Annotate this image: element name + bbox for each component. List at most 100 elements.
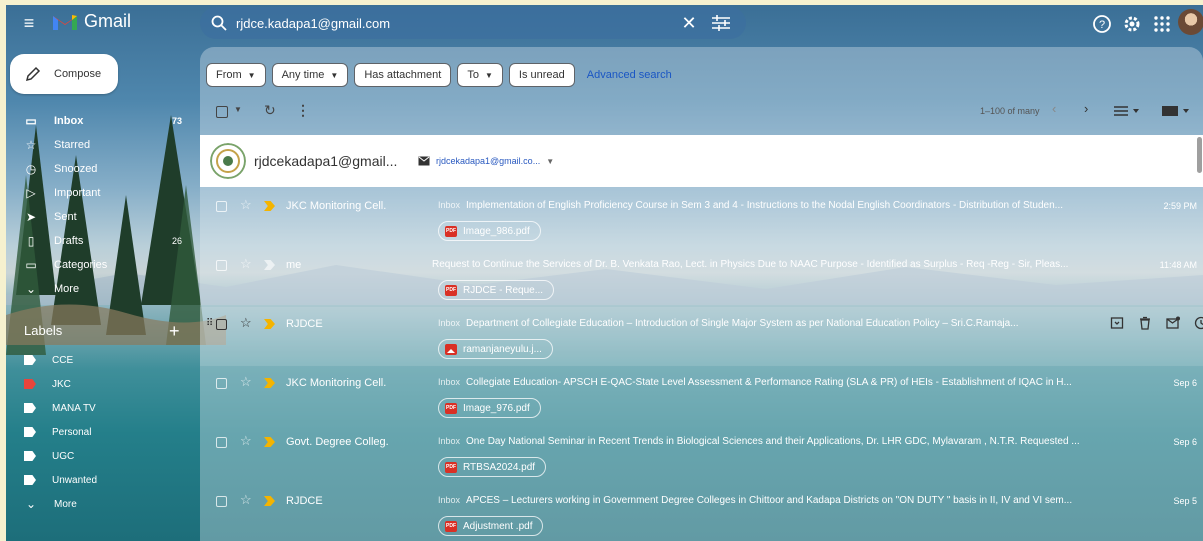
email-row[interactable]: ☆ RJDCE Inbox APCES – Lecturers working in …: [200, 484, 1203, 541]
sidebar-item-more[interactable]: ⌄ More: [6, 277, 192, 301]
split-pane-icon[interactable]: [1160, 103, 1192, 119]
important-marker-icon[interactable]: [264, 378, 275, 388]
important-marker-icon[interactable]: [264, 437, 275, 447]
label-item-cce[interactable]: CCE: [6, 348, 192, 372]
label-item-mana-tv[interactable]: MANA TV: [6, 396, 192, 420]
filter-chip-any-time[interactable]: Any time ▼: [271, 63, 349, 87]
tune-icon[interactable]: [710, 14, 732, 32]
pdf-file-icon: PDF: [445, 461, 457, 473]
attachment-chip[interactable]: PDF Image_986.pdf: [438, 221, 541, 241]
attachment-chip[interactable]: PDF RTBSA2024.pdf: [438, 457, 547, 477]
search-icon[interactable]: [210, 14, 228, 32]
filter-chip-to[interactable]: To ▼: [457, 63, 503, 87]
label-item-ugc[interactable]: UGC: [6, 444, 192, 468]
email-list: ☆ JKC Monitoring Cell. Inbox Implementation…: [200, 189, 1203, 541]
label-name: CCE: [52, 354, 74, 366]
star-icon[interactable]: ☆: [240, 433, 252, 449]
select-all-checkbox[interactable]: [216, 106, 228, 118]
contact-email[interactable]: rjdcekadapa1@gmail.co...: [436, 156, 540, 166]
sidebar-item-snoozed[interactable]: ◷ Snoozed: [6, 157, 192, 181]
attachment-name: RTBSA2024.pdf: [463, 461, 536, 473]
email-sender: Govt. Degree Colleg.: [286, 436, 389, 448]
attachment-chip[interactable]: PDF Image_976.pdf: [438, 398, 541, 418]
label-item-more[interactable]: ⌄ More: [6, 492, 192, 516]
contact-name: rjdcekadapa1@gmail...: [254, 153, 398, 169]
email-row[interactable]: ⠿ ☆ RJDCE Inbox Department of Collegiate Edu…: [200, 307, 1203, 366]
filter-chip-has-attachment[interactable]: Has attachment: [354, 63, 452, 87]
email-sender: JKC Monitoring Cell.: [286, 200, 387, 212]
row-checkbox[interactable]: [216, 437, 227, 448]
contact-card[interactable]: rjdcekadapa1@gmail... rjdcekadapa1@gmail…: [200, 135, 1203, 187]
row-checkbox[interactable]: [216, 319, 227, 330]
sidebar-item-categories[interactable]: ▭ Categories: [6, 253, 192, 277]
email-row[interactable]: ☆ Govt. Degree Colleg. Inbox One Day Nation…: [200, 425, 1203, 484]
star-icon[interactable]: ☆: [240, 197, 252, 213]
row-checkbox[interactable]: [216, 201, 227, 212]
row-checkbox[interactable]: [216, 260, 227, 271]
scrollbar-thumb[interactable]: [1197, 137, 1202, 173]
scrollbar[interactable]: [1197, 135, 1202, 541]
row-checkbox[interactable]: [216, 496, 227, 507]
sidebar-item-label: Snoozed: [54, 163, 98, 175]
chevron-right-icon[interactable]: ›: [1084, 101, 1088, 116]
star-icon[interactable]: ☆: [240, 492, 252, 508]
account-avatar[interactable]: [1178, 9, 1203, 35]
gear-icon[interactable]: [1122, 14, 1142, 34]
search-bar[interactable]: rjdce.kadapa1@gmail.com ✕: [200, 7, 746, 39]
important-marker-icon[interactable]: [264, 201, 275, 211]
sidebar-nav: ▭ Inbox 73 ☆ Starred ◷ Snoozed ▷ Important ➤ Sent ▯…: [6, 109, 192, 301]
pagination-text: 1–100 of many: [980, 106, 1040, 116]
inbox-badge: Inbox: [438, 200, 461, 210]
filter-chip-is-unread[interactable]: Is unread: [508, 63, 575, 87]
compose-button[interactable]: Compose: [10, 54, 118, 94]
sidebar-item-inbox[interactable]: ▭ Inbox 73: [6, 109, 192, 133]
archive-icon[interactable]: [1110, 316, 1124, 330]
email-row[interactable]: ☆ JKC Monitoring Cell. Inbox Implementation…: [200, 189, 1203, 248]
gmail-logo[interactable]: Gmail: [52, 11, 131, 32]
email-date: Sep 6: [1173, 437, 1197, 447]
sidebar-item-starred[interactable]: ☆ Starred: [6, 133, 192, 157]
sidebar-item-important[interactable]: ▷ Important: [6, 181, 192, 205]
email-sender: RJDCE: [286, 495, 323, 507]
row-checkbox[interactable]: [216, 378, 227, 389]
star-icon[interactable]: ☆: [240, 256, 252, 272]
gmail-m-icon: [53, 14, 77, 30]
email-row[interactable]: ☆ me Request to Continue the Services of D…: [200, 248, 1203, 307]
more-vert-icon[interactable]: ⋮: [296, 102, 310, 119]
sidebar-item-sent[interactable]: ➤ Sent: [6, 205, 192, 229]
important-marker-icon[interactable]: [264, 496, 275, 506]
add-label-button[interactable]: +: [169, 321, 180, 342]
mark-unread-icon[interactable]: [1166, 316, 1180, 330]
inbox-badge: Inbox: [438, 436, 461, 446]
label-item-jkc[interactable]: JKC: [6, 372, 192, 396]
star-icon[interactable]: ☆: [240, 374, 252, 390]
star-icon[interactable]: ☆: [240, 315, 252, 331]
chevron-left-icon[interactable]: ‹: [1052, 101, 1056, 116]
help-icon[interactable]: ?: [1092, 14, 1112, 34]
email-date: Sep 6: [1173, 378, 1197, 388]
refresh-icon[interactable]: ↻: [264, 102, 276, 119]
delete-icon[interactable]: [1138, 316, 1152, 330]
advanced-search-link[interactable]: Advanced search: [587, 69, 672, 81]
main-menu-button[interactable]: ≡: [18, 13, 40, 33]
attachment-chip[interactable]: ramanjaneyulu.j...: [438, 339, 553, 359]
apps-grid-icon[interactable]: [1152, 14, 1172, 34]
label-item-unwanted[interactable]: Unwanted: [6, 468, 192, 492]
star-icon: ☆: [25, 138, 37, 152]
attachment-chip[interactable]: PDF Adjustment .pdf: [438, 516, 544, 536]
close-icon[interactable]: ✕: [678, 13, 700, 34]
email-row[interactable]: ☆ JKC Monitoring Cell. Inbox Collegiate Edu…: [200, 366, 1203, 425]
attachment-chip[interactable]: PDF RJDCE - Reque...: [438, 280, 555, 300]
svg-text:?: ?: [1099, 19, 1105, 31]
important-marker-icon[interactable]: [264, 319, 275, 329]
label-item-personal[interactable]: Personal: [6, 420, 192, 444]
drag-handle-icon[interactable]: ⠿: [206, 318, 213, 329]
important-marker-icon[interactable]: [264, 260, 275, 270]
density-icon[interactable]: [1112, 103, 1142, 119]
select-menu-caret[interactable]: ▼: [234, 105, 242, 114]
search-input[interactable]: rjdce.kadapa1@gmail.com: [236, 16, 678, 31]
sidebar-item-drafts[interactable]: ▯ Drafts 26: [6, 229, 192, 253]
chevron-down-icon[interactable]: ▼: [546, 157, 554, 166]
filter-chip-from[interactable]: From ▼: [206, 63, 266, 87]
chip-label: Any time: [281, 69, 325, 81]
